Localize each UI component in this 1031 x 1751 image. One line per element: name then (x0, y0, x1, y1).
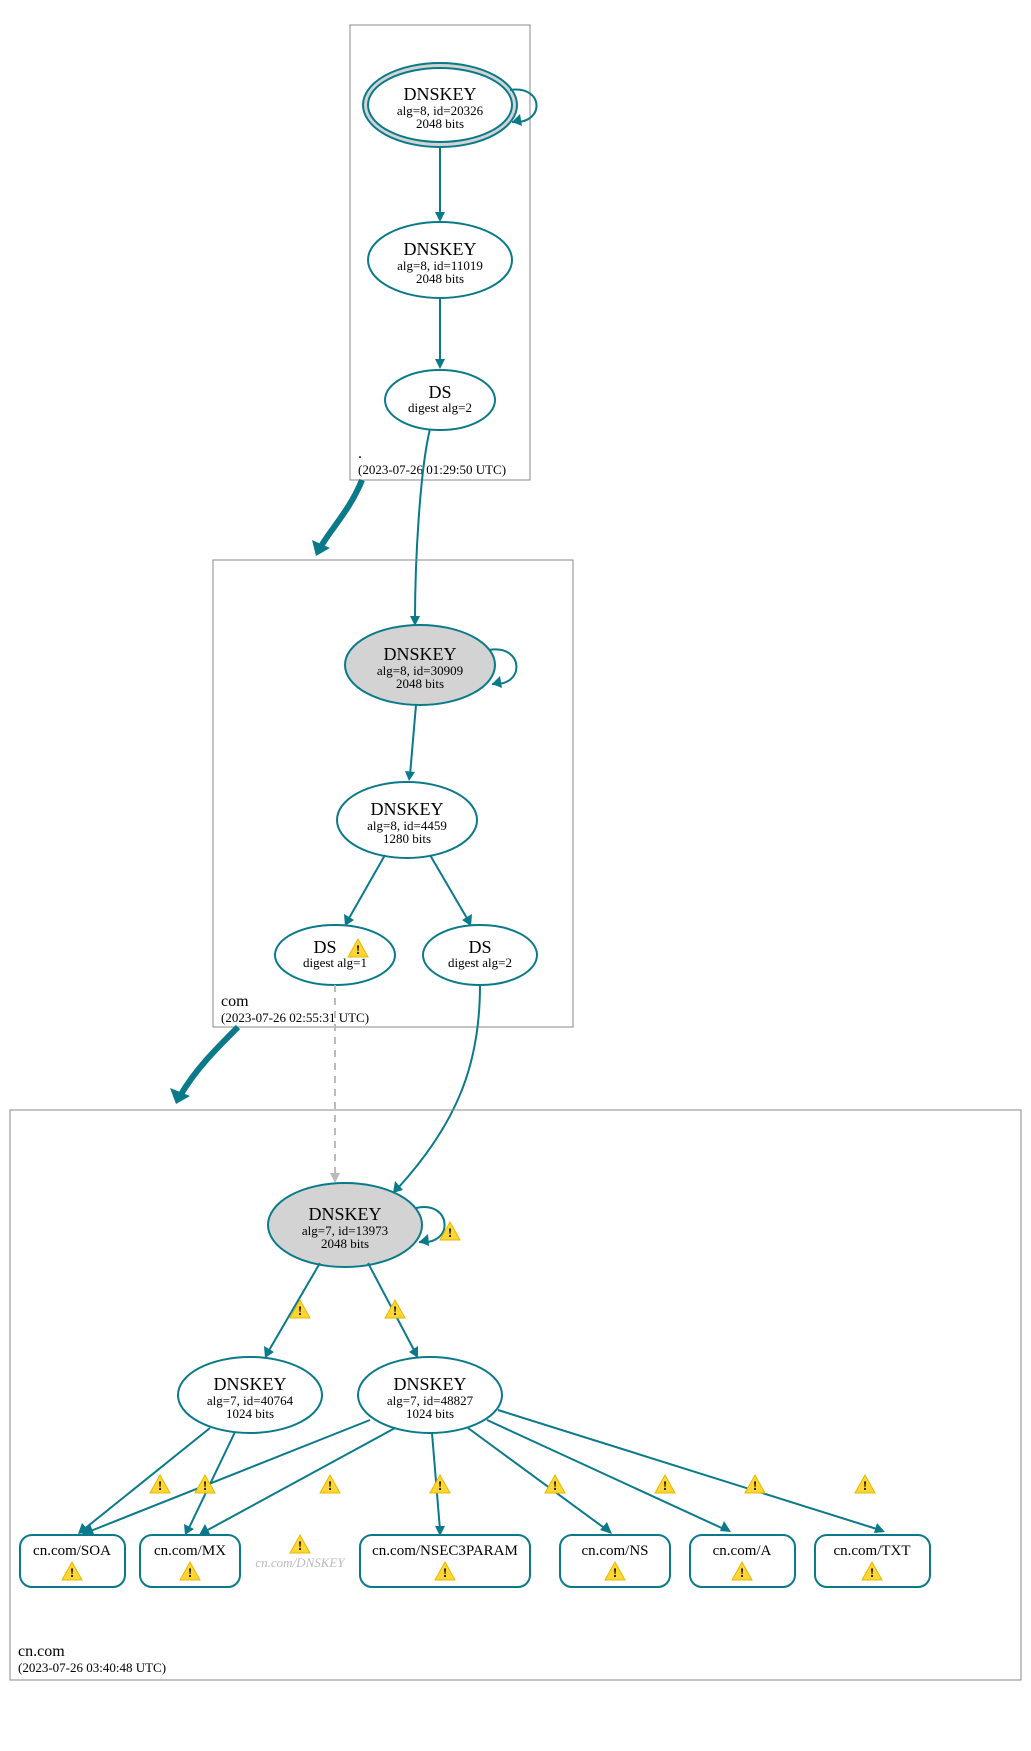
svg-text:!: ! (443, 1565, 447, 1580)
warning-icon: ! (855, 1475, 875, 1493)
rr-txt[interactable]: cn.com/TXT ! (815, 1535, 930, 1587)
rr-soa[interactable]: cn.com/SOA ! (20, 1535, 125, 1587)
svg-text:digest alg=2: digest alg=2 (408, 400, 472, 415)
zone-com-time: (2023-07-26 02:55:31 UTC) (221, 1010, 369, 1025)
edge-com-ds2-cncom-ksk (398, 985, 480, 1188)
warning-icon: ! (745, 1475, 765, 1493)
svg-text:1024 bits: 1024 bits (226, 1406, 274, 1421)
rr-nsec3param[interactable]: cn.com/NSEC3PARAM ! (360, 1535, 530, 1587)
warning-icon: ! (150, 1475, 170, 1493)
svg-text:DS: DS (468, 937, 491, 957)
edge-zone-com-cncom (180, 1027, 238, 1096)
svg-text:DNSKEY: DNSKEY (403, 84, 476, 104)
edge-zone-root-com (320, 480, 362, 548)
svg-text:cn.com/NSEC3PARAM: cn.com/NSEC3PARAM (372, 1543, 518, 1559)
svg-text:DNSKEY: DNSKEY (370, 799, 443, 819)
svg-text:2048 bits: 2048 bits (416, 116, 464, 131)
node-com-zsk[interactable]: DNSKEY alg=8, id=4459 1280 bits (337, 782, 477, 858)
warning-icon: ! (320, 1475, 340, 1493)
zone-com-label: com (221, 993, 249, 1010)
zone-cncom: cn.com (2023-07-26 03:40:48 UTC) (10, 1110, 1021, 1680)
node-cncom-zsk1[interactable]: DNSKEY alg=7, id=40764 1024 bits (178, 1357, 322, 1433)
edge-zsk2-a (487, 1420, 726, 1530)
edge-com-zsk-ds1 (348, 855, 385, 920)
svg-text:!: ! (158, 1478, 162, 1493)
zone-root-time: (2023-07-26 01:29:50 UTC) (358, 462, 506, 477)
svg-text:!: ! (298, 1303, 302, 1318)
zone-cncom-label: cn.com (18, 1643, 65, 1660)
svg-text:DNSKEY: DNSKEY (213, 1374, 286, 1394)
svg-text:digest alg=2: digest alg=2 (448, 955, 512, 970)
svg-text:!: ! (438, 1478, 442, 1493)
node-cncom-zsk2[interactable]: DNSKEY alg=7, id=48827 1024 bits (358, 1357, 502, 1433)
warning-icon: ! (430, 1475, 450, 1493)
svg-text:!: ! (870, 1565, 874, 1580)
svg-text:!: ! (863, 1478, 867, 1493)
edge-root-ds-com-ksk (415, 429, 430, 620)
node-root-zsk[interactable]: DNSKEY alg=8, id=11019 2048 bits (368, 222, 512, 298)
rr-mx[interactable]: cn.com/MX ! (140, 1535, 240, 1587)
edge-zsk1-mx (188, 1432, 235, 1530)
warning-icon: ! (545, 1475, 565, 1493)
svg-text:!: ! (663, 1478, 667, 1493)
svg-text:cn.com/TXT: cn.com/TXT (833, 1543, 910, 1559)
warning-icon: ! (290, 1535, 310, 1553)
rr-ns[interactable]: cn.com/NS ! (560, 1535, 670, 1587)
edge-cncom-ksk-zsk1 (268, 1263, 320, 1352)
zone-cncom-time: (2023-07-26 03:40:48 UTC) (18, 1660, 166, 1675)
phantom-dnskey: cn.com/DNSKEY (255, 1555, 346, 1570)
svg-text:!: ! (188, 1565, 192, 1580)
svg-text:!: ! (448, 1225, 452, 1240)
node-cncom-ksk[interactable]: DNSKEY alg=7, id=13973 2048 bits (268, 1183, 422, 1267)
rr-a[interactable]: cn.com/A ! (690, 1535, 795, 1587)
svg-text:cn.com/SOA: cn.com/SOA (33, 1543, 111, 1559)
svg-text:1024 bits: 1024 bits (406, 1406, 454, 1421)
node-com-ds1[interactable]: DS digest alg=1 (275, 925, 395, 985)
svg-text:!: ! (298, 1538, 302, 1553)
node-root-ksk[interactable]: DNSKEY alg=8, id=20326 2048 bits (363, 63, 517, 147)
svg-text:DNSKEY: DNSKEY (393, 1374, 466, 1394)
node-root-ds[interactable]: DS digest alg=2 (385, 370, 495, 430)
zone-root-label: . (358, 445, 362, 462)
svg-text:2048 bits: 2048 bits (416, 271, 464, 286)
svg-text:cn.com/A: cn.com/A (713, 1543, 772, 1559)
svg-text:!: ! (553, 1478, 557, 1493)
edge-com-zsk-ds2 (430, 855, 468, 920)
svg-text:!: ! (203, 1478, 207, 1493)
svg-text:!: ! (328, 1478, 332, 1493)
svg-text:!: ! (70, 1565, 74, 1580)
svg-text:!: ! (356, 942, 360, 957)
edge-zsk1-soa (83, 1428, 210, 1530)
svg-text:DS: DS (313, 937, 336, 957)
svg-text:DS: DS (428, 382, 451, 402)
svg-text:!: ! (613, 1565, 617, 1580)
svg-text:!: ! (393, 1303, 397, 1318)
node-com-ds2[interactable]: DS digest alg=2 (423, 925, 537, 985)
edge-com-ksk-zsk (410, 705, 416, 775)
svg-text:DNSKEY: DNSKEY (383, 644, 456, 664)
edge-zsk2-mx (204, 1428, 395, 1532)
svg-text:2048 bits: 2048 bits (321, 1236, 369, 1251)
svg-text:cn.com/NS: cn.com/NS (581, 1543, 648, 1559)
node-com-ksk[interactable]: DNSKEY alg=8, id=30909 2048 bits (345, 625, 495, 705)
svg-text:1280 bits: 1280 bits (383, 831, 431, 846)
warning-icon: ! (655, 1475, 675, 1493)
svg-text:DNSKEY: DNSKEY (403, 239, 476, 259)
svg-text:cn.com/MX: cn.com/MX (154, 1543, 226, 1559)
svg-text:2048 bits: 2048 bits (396, 676, 444, 691)
svg-text:DNSKEY: DNSKEY (308, 1204, 381, 1224)
svg-text:!: ! (753, 1478, 757, 1493)
edge-zsk2-soa (88, 1420, 370, 1532)
svg-text:!: ! (740, 1565, 744, 1580)
